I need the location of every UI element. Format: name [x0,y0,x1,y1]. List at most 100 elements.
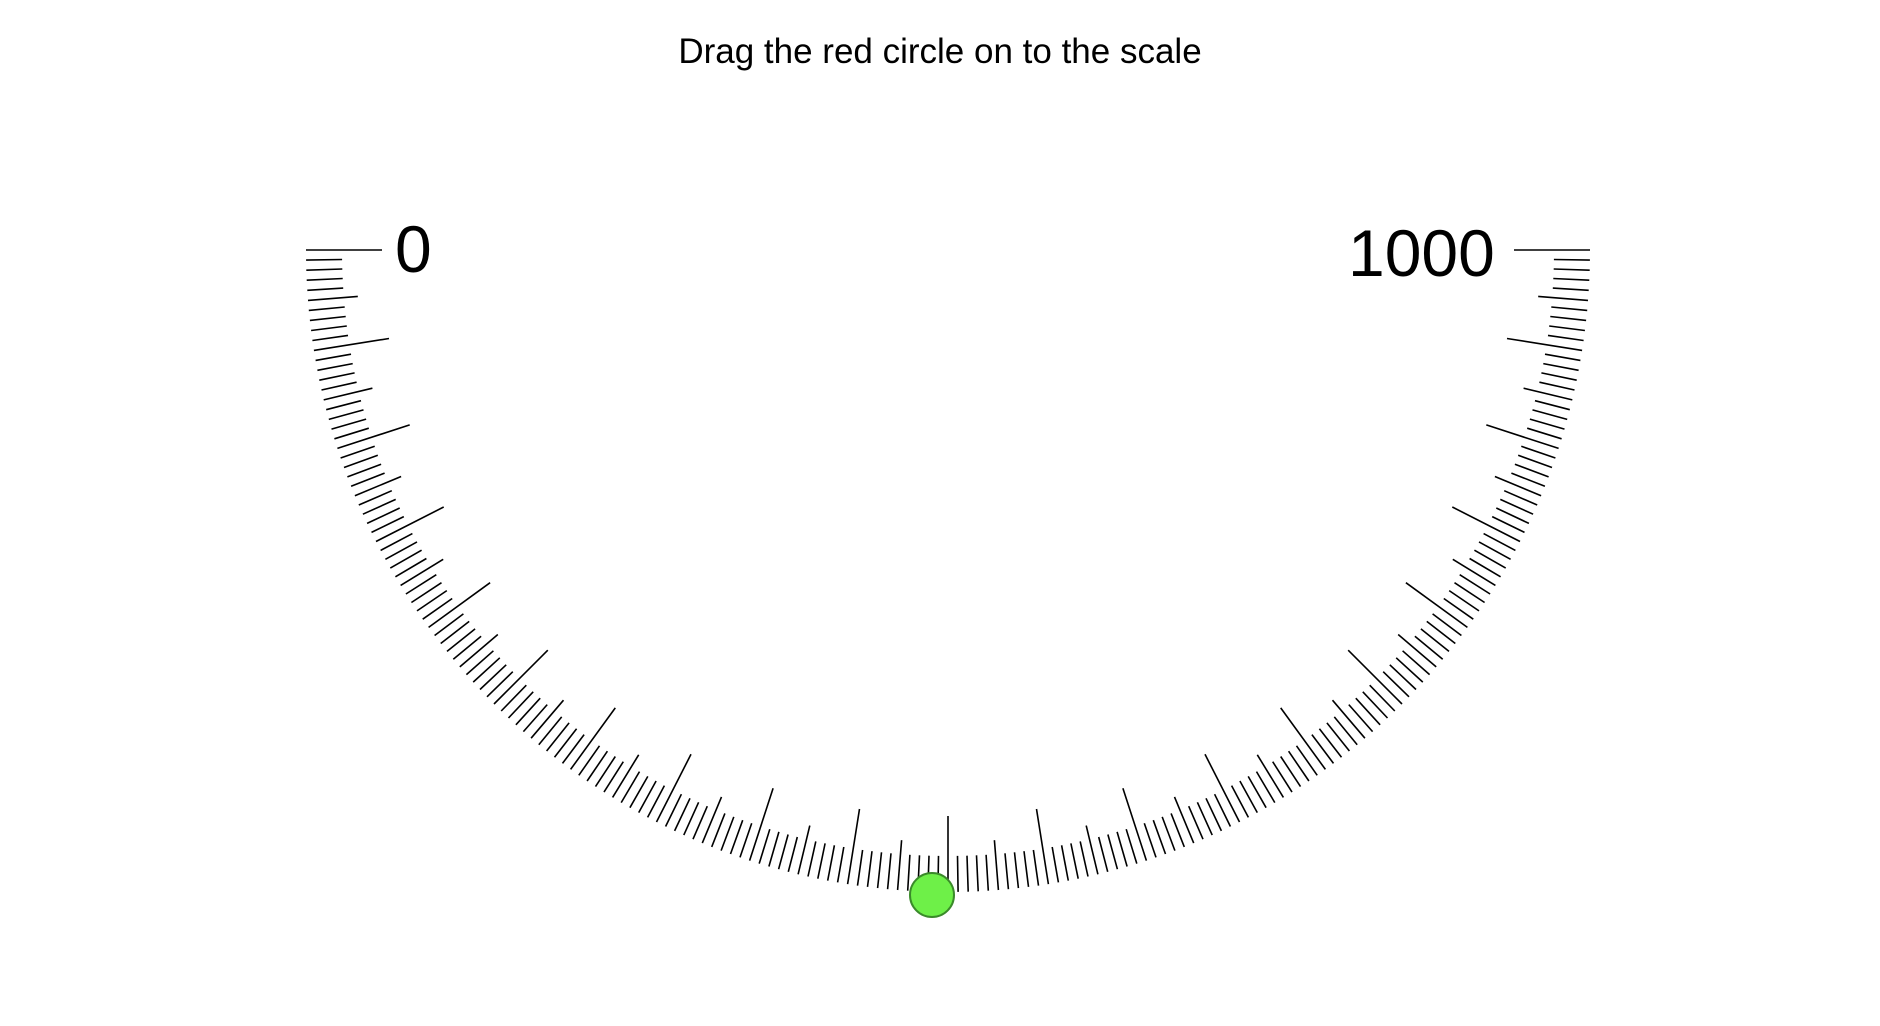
scale-tick-minor [777,834,789,870]
scale-tick-minor [768,831,780,867]
scale-tick-minor [1255,771,1276,804]
scale-tick-minor [500,684,527,712]
scale-tick-minor [1032,849,1040,886]
scale-tick-medium [1494,475,1542,497]
scale-tick-major [1451,506,1521,543]
scale-tick-minor [836,846,845,883]
scale-tick-minor [856,849,864,886]
scale-tick-minor [434,613,464,637]
scale-tick-medium [1256,754,1285,798]
scale-tick-medium [611,754,640,798]
scale-tick-minor [309,315,346,322]
scale-tick-minor [1389,664,1417,691]
draggable-circle[interactable] [909,872,955,918]
scale-tick-minor [312,334,349,342]
scale-tick-major [313,337,390,352]
scale-tick-minor [1152,819,1167,855]
scale-tick-major [1486,424,1559,450]
scale-tick-medium [1523,387,1573,401]
scale-tick-minor [1469,557,1502,578]
scale-tick-minor [1426,620,1456,645]
scale-tick-minor [522,704,548,733]
scale-tick-medium [797,825,811,875]
scale-tick-major [375,506,445,543]
scale-tick-medium [459,633,499,668]
scale-tick-minor [1553,277,1590,281]
scale-tick-minor [1013,852,1020,889]
scale-tick-major [1280,707,1327,770]
scale-tick-minor [1161,816,1176,851]
scale-tick-minor [394,557,427,578]
scale-tick-minor [1532,409,1568,421]
scale-tick-medium [400,558,444,587]
scale-tick-minor [310,325,347,332]
scale-tick-minor [1272,761,1293,793]
scale-tick-medium [993,840,1000,891]
scale-tick-minor [340,445,375,459]
scale-tick-minor [553,728,578,758]
scale-tick-minor [1395,657,1424,683]
scale-tick-minor [1526,427,1562,440]
scale-tick-minor [1420,628,1450,653]
scale-tick-minor [578,745,601,776]
scale-tick-medium [701,796,723,844]
scale-tick-major [1405,582,1468,629]
scale-tick-major [748,788,774,861]
scale-tick-minor [1318,728,1343,758]
scale-tick-minor [807,841,817,877]
scale-tick-minor [1459,574,1491,595]
scale-tick-minor [1079,841,1089,877]
scale-tick-major [846,808,861,885]
scale-tick-minor [975,855,979,892]
scale-tick-minor [507,691,534,719]
scale-tick-minor [1547,334,1584,342]
scale-tick-minor [1539,381,1575,391]
scale-tick-major [1506,337,1583,352]
scale-tick-major [493,649,549,705]
scale-tick-minor [486,671,514,698]
scale-tick-minor [758,828,771,864]
semicircular-scale [306,249,1590,892]
scale-tick-minor [1549,325,1586,332]
scale-tick-minor [956,855,959,892]
scale-tick-minor [317,362,353,372]
scale-tick-medium [1538,295,1589,302]
scale-tick-minor [1443,597,1474,620]
scale-tick-minor [1529,418,1565,430]
scale-tick-minor [1454,582,1486,604]
scale-tick-minor [1004,853,1010,890]
scale-tick-minor [1517,454,1553,469]
scale-tick-minor [1553,258,1590,261]
scale-tick-minor [1448,589,1480,612]
scale-tick-minor [1534,399,1571,411]
scale-tick-minor [710,813,726,848]
scale-tick-medium [323,387,373,401]
scale-tick-major [1035,808,1050,885]
scale-tick-minor [1544,353,1581,362]
scale-tick-minor [1432,613,1462,637]
scale-tick-minor [545,722,570,752]
scale-tick-minor [452,635,482,660]
scale-tick-minor [603,761,624,793]
scale-tick-minor [306,258,343,261]
scale-tick-minor [465,650,494,676]
scale-tick-minor [307,287,344,292]
scale-tick-minor [325,399,362,411]
scale-tick-major [1204,753,1241,823]
scale-tick-major [337,424,410,450]
scale-tick-minor [886,853,892,890]
scale-tick-minor [985,854,990,891]
scale-tick-minor [620,771,641,804]
scale-tick-minor [629,776,649,809]
scale-tick-minor [1551,306,1588,312]
scale-max-label: 1000 [1348,216,1495,290]
scale-tick-minor [410,582,442,604]
scale-tick-minor [405,574,437,595]
scale-tick-minor [319,372,355,381]
scale-tick-minor [1543,362,1579,372]
scale-tick-minor [876,852,883,889]
scale-tick-minor [1550,315,1587,322]
scale-tick-minor [1326,722,1351,752]
scale-tick-major [428,582,491,629]
scale-tick-minor [1051,846,1060,883]
